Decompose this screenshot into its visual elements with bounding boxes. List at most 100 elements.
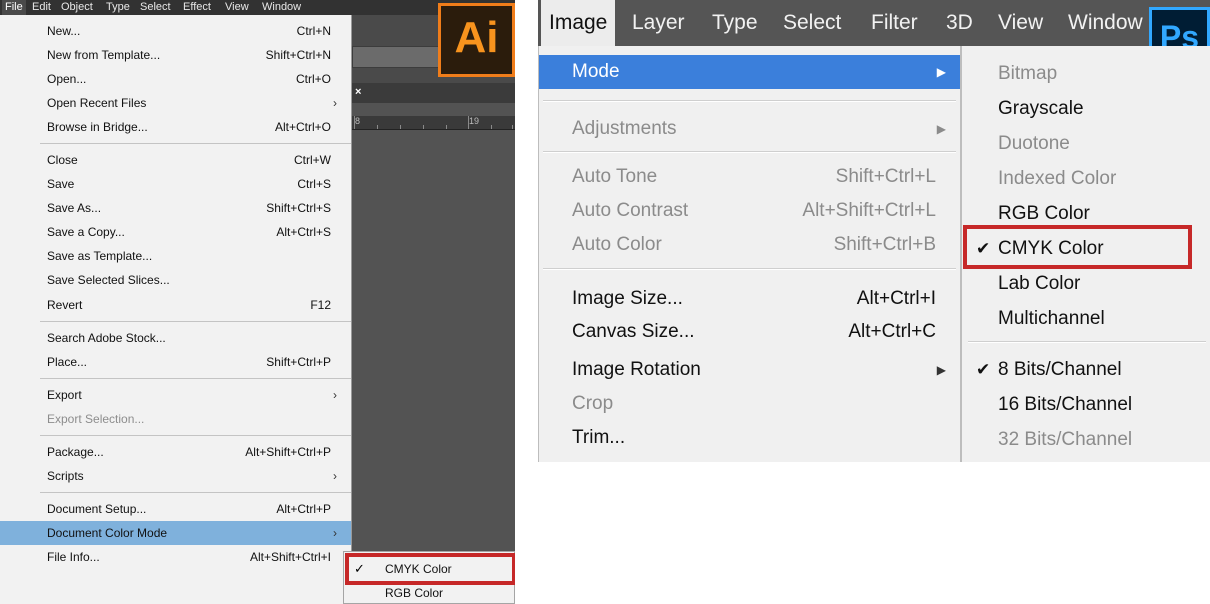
menu-separator — [543, 268, 956, 270]
ps-submenu-item-32-bits: 32 Bits/Channel — [962, 422, 1210, 457]
ruler-tick — [377, 125, 378, 129]
ai-menu-item-document-color-mode[interactable]: Document Color Mode › — [0, 521, 351, 545]
ps-submenu-item-8-bits[interactable]: ✔ 8 Bits/Channel — [962, 352, 1210, 387]
ai-menu-item-file-info[interactable]: File Info... Alt+Shift+Ctrl+I — [0, 545, 351, 569]
ps-menu-layer[interactable]: Layer — [632, 0, 685, 46]
ai-menu-object[interactable]: Object — [61, 0, 93, 15]
ps-menu-type[interactable]: Type — [712, 0, 758, 46]
ai-menu-file[interactable]: File — [2, 0, 26, 15]
menu-item-label: Search Adobe Stock... — [47, 331, 166, 345]
ai-menu-type[interactable]: Type — [106, 0, 130, 15]
ai-menu-item-save-selected-slices[interactable]: Save Selected Slices... — [0, 268, 351, 292]
menu-separator — [40, 435, 351, 436]
menu-separator — [40, 378, 351, 379]
ps-menu-item-image-size[interactable]: Image Size... Alt+Ctrl+I — [539, 282, 960, 316]
ai-menu-item-document-setup[interactable]: Document Setup... Alt+Ctrl+P — [0, 497, 351, 521]
ps-submenu-item-grayscale[interactable]: Grayscale — [962, 91, 1210, 126]
ai-menu-item-package[interactable]: Package... Alt+Shift+Ctrl+P — [0, 440, 351, 464]
chevron-right-icon: › — [333, 469, 337, 483]
menu-item-label: Image Size... — [572, 288, 683, 309]
ai-menu-item-open-recent[interactable]: Open Recent Files › — [0, 91, 351, 115]
ruler-label: 8 — [355, 116, 361, 126]
menu-separator — [968, 341, 1206, 343]
menu-item-label: Indexed Color — [998, 168, 1117, 189]
ps-submenu-item-indexed-color: Indexed Color — [962, 161, 1210, 196]
ps-menu-item-auto-tone: Auto Tone Shift+Ctrl+L — [539, 160, 960, 194]
ps-menu-item-adjustments: Adjustments ▶ — [539, 112, 960, 146]
ai-menu-item-save-as-template[interactable]: Save as Template... — [0, 244, 351, 268]
ai-menu-item-place[interactable]: Place... Shift+Ctrl+P — [0, 350, 351, 374]
menu-item-shortcut: Shift+Ctrl+B — [833, 234, 936, 255]
menu-item-label: 8 Bits/Channel — [998, 359, 1122, 380]
menu-item-label: Image Rotation — [572, 359, 701, 380]
ai-menu-item-save-as[interactable]: Save As... Shift+Ctrl+S — [0, 196, 351, 220]
ps-submenu-item-bitmap: Bitmap — [962, 56, 1210, 91]
menu-item-label: Auto Color — [572, 234, 662, 255]
ai-document-tab[interactable] — [352, 83, 515, 103]
chevron-right-icon: › — [333, 388, 337, 402]
ps-menu-view[interactable]: View — [998, 0, 1043, 46]
ps-menu-item-canvas-size[interactable]: Canvas Size... Alt+Ctrl+C — [539, 315, 960, 349]
ps-menu-item-auto-color: Auto Color Shift+Ctrl+B — [539, 228, 960, 262]
ai-file-menu: New... Ctrl+N New from Template... Shift+C… — [0, 15, 352, 604]
ps-menu-item-crop: Crop — [539, 387, 960, 421]
ps-menu-select[interactable]: Select — [783, 0, 841, 46]
menu-item-label: Crop — [572, 393, 614, 414]
ai-menu-item-close[interactable]: Close Ctrl+W — [0, 148, 351, 172]
ps-submenu-item-multichannel[interactable]: Multichannel — [962, 301, 1210, 336]
ps-menu-3d[interactable]: 3D — [946, 0, 973, 46]
ai-menu-window[interactable]: Window — [262, 0, 301, 15]
ruler-tick — [446, 125, 447, 129]
triangle-right-icon: ▶ — [936, 65, 946, 79]
menu-item-shortcut: Shift+Ctrl+L — [835, 166, 936, 187]
ai-menu-item-export-selection: Export Selection... — [0, 407, 351, 431]
menu-item-shortcut: Ctrl+O — [295, 72, 331, 86]
menu-item-shortcut: Shift+Ctrl+S — [266, 201, 331, 215]
ps-menu-item-auto-contrast: Auto Contrast Alt+Shift+Ctrl+L — [539, 194, 960, 228]
menu-item-label: Save as Template... — [47, 249, 153, 263]
ai-menu-item-save-a-copy[interactable]: Save a Copy... Alt+Ctrl+S — [0, 220, 351, 244]
menu-item-label: Close — [47, 153, 78, 167]
ai-menu-item-browse-in-bridge[interactable]: Browse in Bridge... Alt+Ctrl+O — [0, 115, 351, 139]
ps-submenu-item-duotone: Duotone — [962, 126, 1210, 161]
menu-item-shortcut: Shift+Ctrl+N — [265, 48, 331, 62]
ps-submenu-item-16-bits[interactable]: 16 Bits/Channel — [962, 387, 1210, 422]
ai-control-dropdown[interactable] — [352, 46, 442, 68]
menu-item-label: New from Template... — [47, 48, 161, 62]
illustrator-logo-icon: Ai — [438, 3, 515, 77]
menu-item-label: Auto Contrast — [572, 200, 689, 221]
menu-item-label: Save — [47, 177, 75, 191]
menu-separator — [40, 143, 351, 144]
menu-item-label: Open Recent Files — [47, 96, 147, 110]
ai-menu-select[interactable]: Select — [140, 0, 171, 15]
ai-menu-effect[interactable]: Effect — [183, 0, 211, 15]
menu-item-shortcut: Alt+Shift+Ctrl+L — [802, 200, 936, 221]
menu-item-shortcut: Ctrl+N — [296, 24, 331, 38]
close-icon[interactable]: × — [355, 84, 361, 100]
ps-menu-filter[interactable]: Filter — [871, 0, 918, 46]
ps-menu-item-trim[interactable]: Trim... — [539, 421, 960, 455]
ai-menu-edit[interactable]: Edit — [32, 0, 51, 15]
ps-menu-image[interactable]: Image — [541, 0, 616, 46]
ps-menu-item-mode[interactable]: Mode ▶ — [539, 55, 960, 89]
menu-item-label: Adjustments — [572, 118, 677, 139]
menu-item-label: Export Selection... — [47, 412, 145, 426]
ai-menu-item-search-adobe-stock[interactable]: Search Adobe Stock... — [0, 326, 351, 350]
ai-menu-item-export[interactable]: Export › — [0, 383, 351, 407]
ai-menu-item-save[interactable]: Save Ctrl+S — [0, 172, 351, 196]
ai-menu-item-revert[interactable]: Revert F12 — [0, 293, 351, 317]
ps-menu-window[interactable]: Window — [1068, 0, 1143, 46]
ai-menu-item-new-from-template[interactable]: New from Template... Shift+Ctrl+N — [0, 43, 351, 67]
menu-item-label: File Info... — [47, 550, 100, 564]
ai-menu-item-scripts[interactable]: Scripts › — [0, 464, 351, 488]
ps-submenu-item-lab-color[interactable]: Lab Color — [962, 266, 1210, 301]
menu-separator — [543, 100, 956, 102]
ruler-label: 19 — [469, 116, 480, 126]
ps-menu-item-image-rotation[interactable]: Image Rotation ▶ — [539, 353, 960, 387]
ai-menu-view[interactable]: View — [225, 0, 249, 15]
ai-menu-item-open[interactable]: Open... Ctrl+O — [0, 67, 351, 91]
ruler-tick — [354, 116, 355, 129]
menu-item-label: New... — [47, 24, 81, 38]
ai-menu-item-new[interactable]: New... Ctrl+N — [0, 19, 351, 43]
menu-item-label: Multichannel — [998, 308, 1105, 329]
